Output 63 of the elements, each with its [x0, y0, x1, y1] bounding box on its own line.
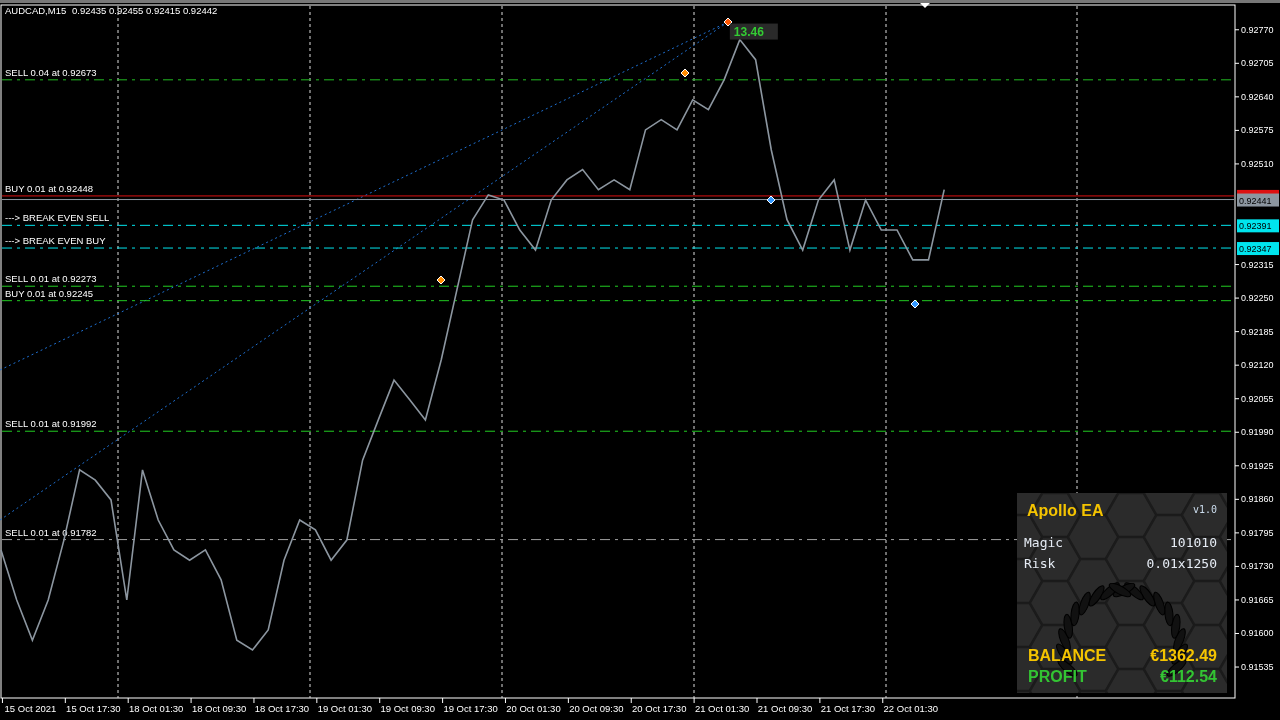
time-axis-label: 19 Oct 01:30 — [317, 703, 373, 714]
price-axis-label: 0.92185 — [1241, 326, 1274, 337]
order-label: SELL 0.04 at 0.92673 — [5, 66, 97, 78]
price-axis-label: 0.92510 — [1241, 158, 1274, 169]
order-label: SELL 0.01 at 0.92273 — [5, 273, 97, 285]
order-label: BUY 0.01 at 0.92448 — [5, 182, 94, 194]
time-axis-label: 18 Oct 09:30 — [191, 703, 247, 714]
price-axis-label: 0.91860 — [1241, 494, 1274, 505]
price-axis-label: 0.92575 — [1241, 125, 1274, 136]
time-axis-label: 20 Oct 09:30 — [569, 703, 624, 714]
price-axis-label: 0.91990 — [1241, 427, 1274, 438]
time-axis-label: 18 Oct 17:30 — [254, 703, 310, 714]
trade-marker — [723, 17, 733, 27]
price-axis-label: 0.92640 — [1241, 91, 1274, 102]
time-axis-label: 19 Oct 17:30 — [443, 703, 498, 714]
row-label: Risk — [1024, 555, 1056, 573]
total-label: BALANCE — [1028, 646, 1107, 666]
triangle-icon[interactable] — [920, 3, 930, 8]
row-value: 0.01x1250 — [1146, 555, 1217, 573]
price-axis-label: 0.91665 — [1241, 594, 1274, 605]
order-label: SELL 0.01 at 0.91992 — [5, 418, 97, 430]
time-axis-label: 19 Oct 09:30 — [380, 703, 435, 714]
order-label: ---> BREAK EVEN SELL — [5, 212, 110, 224]
time-axis-label: 21 Oct 01:30 — [694, 703, 750, 714]
price-axis-label: 0.91795 — [1241, 527, 1274, 538]
trade-marker — [680, 68, 690, 78]
price-tag: 0.92391 — [1237, 219, 1279, 233]
price-axis-label: 0.91925 — [1241, 460, 1274, 471]
row-value: 101010 — [1170, 534, 1217, 552]
total-value: €1362.49 — [1150, 646, 1217, 666]
order-label: ---> BREAK EVEN BUY — [5, 235, 106, 247]
time-axis-label: 20 Oct 01:30 — [506, 703, 561, 714]
trade-marker — [766, 195, 776, 205]
time-axis-label: 21 Oct 09:30 — [757, 703, 813, 714]
total-value: €112.54 — [1160, 667, 1217, 687]
order-label: BUY 0.01 at 0.92245 — [5, 287, 94, 299]
version-label: v1.0 — [1192, 504, 1217, 515]
price-axis-label: 0.92120 — [1241, 360, 1274, 371]
price-axis-label: 0.91535 — [1241, 662, 1274, 673]
profit-tag: 13.46 — [729, 23, 778, 40]
quote-values: 0.92435 0.92455 0.92415 0.92442 — [72, 5, 218, 16]
price-axis-label: 0.91600 — [1241, 628, 1274, 639]
row-label: Magic — [1024, 534, 1064, 552]
order-label: SELL 0.01 at 0.91782 — [5, 526, 97, 538]
price-axis-label: 0.92055 — [1241, 393, 1274, 404]
time-axis-label: 22 Oct 01:30 — [883, 703, 938, 714]
price-axis-label: 0.92705 — [1241, 58, 1274, 69]
chart-title: AUDCAD,M15 — [5, 5, 67, 16]
price-axis-label: 0.92250 — [1241, 293, 1274, 304]
time-axis-label: 18 Oct 01:30 — [129, 703, 184, 714]
trade-marker — [910, 299, 920, 309]
annotation: 13.46 — [733, 24, 765, 39]
time-axis-label: 15 Oct 2021 — [4, 703, 57, 714]
panel-title: Apollo EA — [1027, 502, 1104, 520]
price-axis-label: 0.91730 — [1241, 561, 1274, 572]
total-label: PROFIT — [1028, 667, 1087, 687]
price-axis-label: 0.92770 — [1241, 24, 1274, 35]
time-axis-label: 21 Oct 17:30 — [820, 703, 876, 714]
price-tag: 0.92347 — [1237, 242, 1279, 256]
trade-marker — [436, 275, 446, 285]
time-axis-label: 15 Oct 17:30 — [66, 703, 121, 714]
time-axis-label: 20 Oct 17:30 — [632, 703, 687, 714]
price-axis-label: 0.92315 — [1241, 259, 1274, 270]
